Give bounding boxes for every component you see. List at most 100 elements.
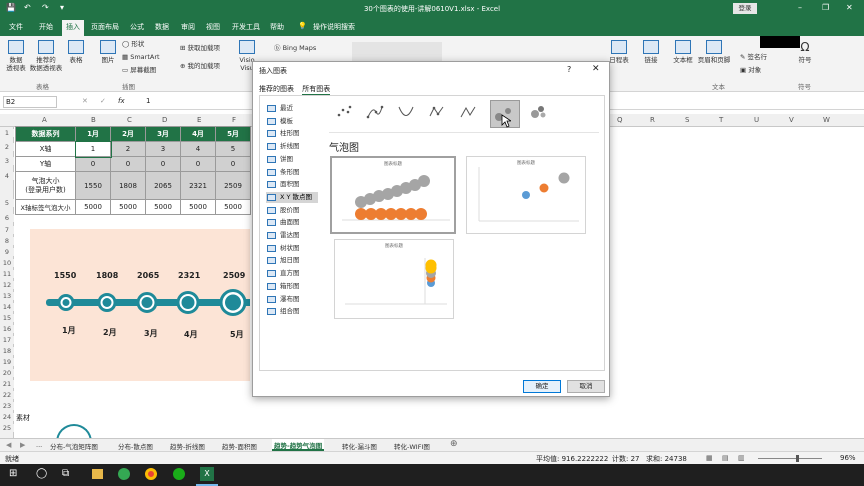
column-header[interactable]: V: [789, 116, 794, 124]
file-explorer-icon[interactable]: [92, 469, 103, 479]
table-row-label[interactable]: 气泡大小 (登录用户数): [15, 171, 76, 200]
table-header-cell[interactable]: 3月: [145, 126, 181, 142]
scatter-smooth-type-icon[interactable]: [396, 103, 416, 121]
table-cell[interactable]: 5: [215, 141, 251, 157]
column-header[interactable]: W: [823, 116, 830, 124]
table-cell[interactable]: 5000: [145, 199, 181, 215]
link-button[interactable]: 链接: [640, 40, 662, 64]
row-header[interactable]: 8: [0, 237, 14, 245]
pivot-table-button[interactable]: 数据 透视表: [3, 40, 29, 72]
table-cell[interactable]: 0: [145, 156, 181, 172]
row-header[interactable]: 16: [0, 325, 14, 333]
tell-me-search[interactable]: 操作说明搜索: [313, 22, 355, 32]
object-button[interactable]: ▣ 对象: [740, 66, 761, 74]
row-header[interactable]: 5: [0, 199, 14, 207]
chart-category-item[interactable]: 直方图: [266, 268, 318, 279]
row-header[interactable]: 24: [0, 413, 14, 421]
chart-category-item[interactable]: 组合图: [266, 306, 318, 317]
windows-start-icon[interactable]: ⊞: [9, 468, 17, 479]
table-cell[interactable]: 1: [74, 140, 112, 158]
table-cell[interactable]: 0: [215, 156, 251, 172]
page-break-view-icon[interactable]: ▥: [738, 454, 745, 462]
row-header[interactable]: 23: [0, 402, 14, 410]
row-header[interactable]: 3: [0, 157, 14, 165]
chart-category-item[interactable]: 旭日图: [266, 255, 318, 266]
text-box-button[interactable]: 文本框: [672, 40, 694, 64]
timeline-button[interactable]: 日程表: [608, 40, 630, 64]
tab-review[interactable]: 审阅: [181, 22, 195, 32]
column-header[interactable]: A: [42, 116, 47, 124]
tab-formulas[interactable]: 公式: [130, 22, 144, 32]
table-header-cell[interactable]: 5月: [215, 126, 251, 142]
table-cell[interactable]: 5000: [215, 199, 251, 215]
chart-category-item[interactable]: 柱形图: [266, 128, 318, 139]
ok-button[interactable]: 确定: [523, 380, 561, 393]
table-header-cell[interactable]: 2月: [110, 126, 146, 142]
name-box[interactable]: B2: [3, 96, 57, 108]
tab-file[interactable]: 文件: [9, 22, 23, 32]
table-row-label[interactable]: X轴标签气泡大小: [15, 199, 76, 215]
login-button[interactable]: 登录: [733, 3, 757, 14]
table-cell[interactable]: 2: [110, 141, 146, 157]
restore-button[interactable]: ❐: [822, 3, 829, 12]
row-header[interactable]: 6: [0, 214, 14, 222]
shapes-button[interactable]: ◯ 形状: [122, 40, 144, 48]
tab-page-layout[interactable]: 页面布局: [91, 22, 119, 32]
row-header[interactable]: 7: [0, 226, 14, 234]
timeline-chart-panel[interactable]: 1550 1808 2065 2321 2509 1月 2月 3月 4月 5月: [30, 229, 256, 381]
sheet-tab[interactable]: 趋势-面积图: [222, 441, 257, 451]
recommended-pivot-button[interactable]: 推荐的 数据透视表: [27, 40, 65, 72]
sheet-tab-active[interactable]: 趋势-趋势气泡图: [272, 439, 325, 451]
table-header-cell[interactable]: 1月: [75, 126, 111, 142]
picture-button[interactable]: 图片: [98, 40, 118, 64]
column-header[interactable]: C: [127, 116, 132, 124]
zoom-level[interactable]: 96%: [840, 454, 856, 462]
table-cell[interactable]: 3: [145, 141, 181, 157]
chart-category-item[interactable]: 股价图: [266, 205, 318, 216]
tab-insert[interactable]: 插入: [62, 20, 84, 36]
chart-category-item[interactable]: 饼图: [266, 154, 318, 165]
sheet-tab[interactable]: 分布-散点图: [118, 441, 153, 451]
chart-category-item[interactable]: 模板: [266, 116, 318, 127]
chart-preview-3[interactable]: 图表标题: [334, 239, 454, 319]
column-header[interactable]: R: [650, 116, 655, 124]
sheet-tab[interactable]: 转化-漏斗图: [342, 441, 377, 451]
sheet-tab[interactable]: 转化-WIFI图: [394, 441, 430, 451]
sheet-tab[interactable]: 趋势-折线图: [170, 441, 205, 451]
row-header[interactable]: 22: [0, 391, 14, 399]
get-addins-button[interactable]: ⊞ 获取加载项: [180, 44, 220, 52]
add-sheet-icon[interactable]: ⊕: [450, 439, 458, 449]
smartart-button[interactable]: ▦ SmartArt: [122, 53, 160, 61]
row-header[interactable]: 18: [0, 347, 14, 355]
screenshot-button[interactable]: ▭ 屏幕截图: [122, 66, 156, 74]
row-header[interactable]: 14: [0, 303, 14, 311]
search-icon[interactable]: ◯: [36, 468, 47, 479]
scatter-type-icon[interactable]: [334, 103, 354, 121]
row-header[interactable]: 9: [0, 248, 14, 256]
row-header[interactable]: 1: [0, 129, 14, 137]
table-cell[interactable]: 1808: [110, 171, 146, 200]
table-cell[interactable]: 0: [180, 156, 216, 172]
zoom-slider[interactable]: [758, 458, 822, 459]
task-view-icon[interactable]: ⧉: [62, 468, 69, 479]
column-header[interactable]: E: [197, 116, 201, 124]
column-header[interactable]: F: [232, 116, 236, 124]
chart-category-item[interactable]: 条形图: [266, 167, 318, 178]
sheet-tab-more[interactable]: ...: [36, 441, 42, 449]
page-layout-view-icon[interactable]: ▤: [722, 454, 729, 462]
enter-formula-icon[interactable]: ✓: [100, 97, 106, 105]
row-header[interactable]: 25: [0, 424, 14, 432]
row-header[interactable]: 10: [0, 259, 14, 267]
dialog-close-button[interactable]: ✕: [592, 64, 600, 74]
table-header-cell[interactable]: 数据系列: [15, 126, 76, 142]
sheet-tab[interactable]: 分布-气泡矩阵图: [50, 441, 98, 451]
scatter-straight-type-icon[interactable]: [458, 103, 478, 121]
chart-category-item[interactable]: 瀑布图: [266, 294, 318, 305]
table-cell[interactable]: 5000: [110, 199, 146, 215]
close-window-button[interactable]: ✕: [846, 3, 853, 12]
wechat-icon[interactable]: [173, 468, 185, 480]
chart-category-item[interactable]: 箱形图: [266, 281, 318, 292]
table-cell[interactable]: 5000: [180, 199, 216, 215]
excel-taskbar-icon[interactable]: X: [200, 467, 214, 481]
header-footer-button[interactable]: 页眉和页脚: [696, 40, 732, 64]
